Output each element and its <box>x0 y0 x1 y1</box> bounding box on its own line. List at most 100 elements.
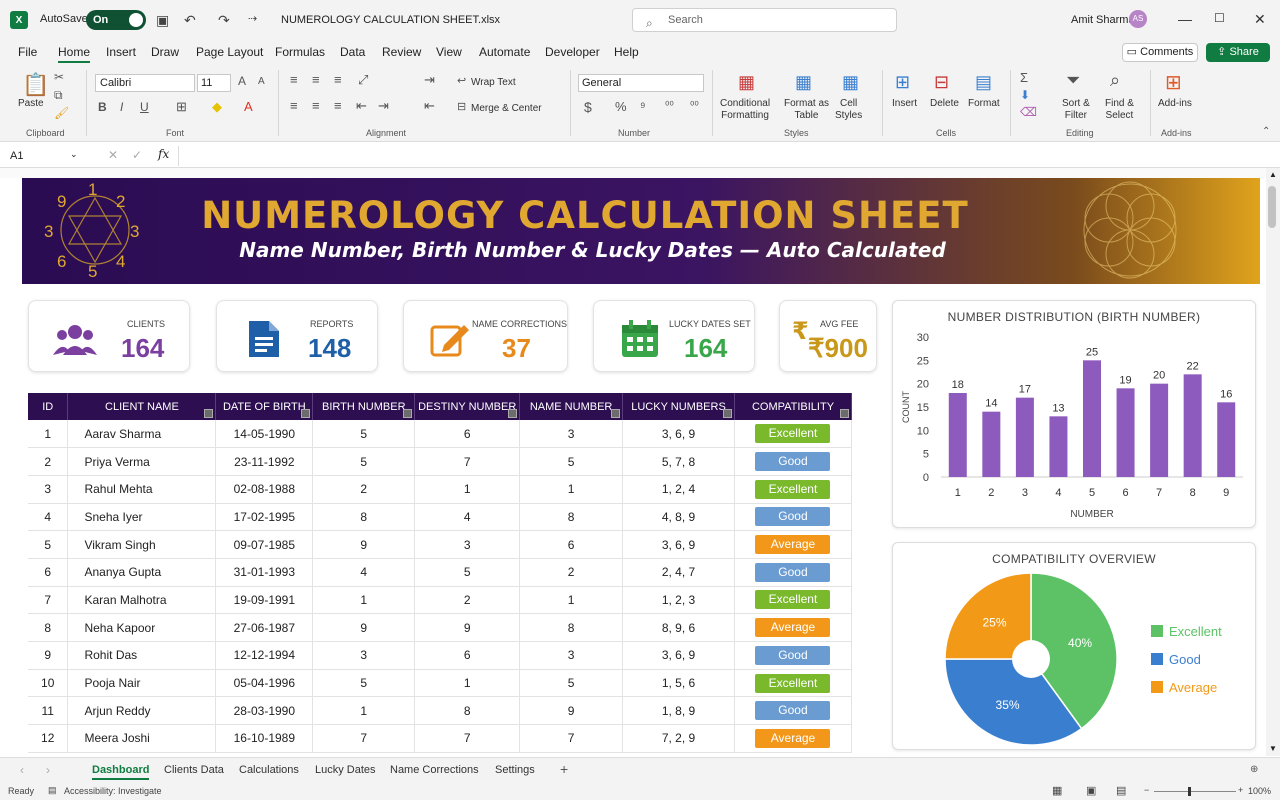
table-cell[interactable]: 23-11-1992 <box>215 447 314 476</box>
table-cell[interactable]: 14-05-1990 <box>215 420 314 449</box>
menu-data[interactable]: Data <box>340 45 365 59</box>
file-name[interactable]: NUMEROLOGY CALCULATION SHEET.xlsx <box>281 14 500 26</box>
table-cell[interactable]: 8 <box>519 503 624 532</box>
format-cells-button[interactable]: Format <box>968 98 1000 110</box>
table-cell[interactable]: Good <box>734 641 853 670</box>
comma-style-icon[interactable]: ⁹ <box>640 99 646 114</box>
menu-page-layout[interactable]: Page Layout <box>196 45 263 59</box>
table-cell[interactable]: 1, 8, 9 <box>622 696 735 726</box>
zoom-in-icon[interactable]: + <box>1238 785 1243 795</box>
horizontal-scroll-icon[interactable]: ⊕ <box>1250 764 1258 775</box>
menu-formulas[interactable]: Formulas <box>275 45 325 59</box>
table-cell[interactable]: 1 <box>312 586 416 615</box>
table-cell[interactable]: 02-08-1988 <box>215 475 314 504</box>
table-cell[interactable]: 6 <box>414 641 521 670</box>
customize-icon[interactable]: ⇢ <box>248 12 257 25</box>
addins-button[interactable]: Add-ins <box>1158 98 1192 110</box>
table-cell[interactable]: 12-12-1994 <box>215 641 314 670</box>
table-cell[interactable]: Arjun Reddy <box>67 696 217 726</box>
column-header[interactable]: LUCKY NUMBERS <box>622 393 735 420</box>
table-cell[interactable]: 1 <box>519 475 624 504</box>
filter-dropdown-icon[interactable] <box>301 409 311 418</box>
fill-color-icon[interactable]: ◆ <box>212 99 222 115</box>
table-row[interactable]: 10 Pooja Nair 05-04-1996 5 1 5 1, 5, 6 Excellen… <box>28 669 853 698</box>
table-cell[interactable]: 09-07-1985 <box>215 530 314 559</box>
table-row[interactable]: 6 Ananya Gupta 31-01-1993 4 5 2 2, 4, 7 Good <box>28 558 853 587</box>
comments-button[interactable]: ▭ Comments <box>1122 43 1198 62</box>
sort-filter-button[interactable]: Sort & Filter <box>1062 98 1090 122</box>
redo-icon[interactable]: ↷ <box>218 12 230 29</box>
table-cell[interactable]: Neha Kapoor <box>67 613 217 642</box>
bold-icon[interactable]: B <box>98 100 107 114</box>
percent-icon[interactable]: % <box>615 99 627 114</box>
table-cell[interactable]: 5 <box>414 558 521 587</box>
page-layout-view-icon[interactable]: ▣ <box>1086 784 1096 797</box>
table-cell[interactable]: 1, 5, 6 <box>622 669 735 698</box>
borders-icon[interactable]: ⊞ <box>176 99 187 115</box>
menu-home[interactable]: Home <box>58 45 91 63</box>
table-cell[interactable]: 3 <box>519 420 624 449</box>
autosum-icon[interactable]: Σ <box>1020 70 1028 85</box>
table-cell[interactable]: 8 <box>312 503 416 532</box>
function-icon[interactable]: fx <box>158 147 169 161</box>
table-cell[interactable]: Average <box>734 530 853 559</box>
align-left-icon[interactable]: ≡ <box>290 98 298 113</box>
column-header[interactable]: COMPATIBILITY <box>734 393 853 420</box>
table-cell[interactable]: 1 <box>519 586 624 615</box>
clear-icon[interactable]: ⌫ <box>1020 105 1037 119</box>
cancel-icon[interactable]: ✕ <box>108 148 118 162</box>
table-cell[interactable]: 16-10-1989 <box>215 724 314 753</box>
table-cell[interactable]: 3, 6, 9 <box>622 530 735 559</box>
format-as-table-button[interactable]: Format as Table <box>784 98 829 122</box>
italic-icon[interactable]: I <box>120 100 123 114</box>
table-row[interactable]: 9 Rohit Das 12-12-1994 3 6 3 3, 6, 9 Good <box>28 641 853 670</box>
decrease-decimal-icon[interactable]: ⁰⁰ <box>690 99 699 112</box>
table-cell[interactable]: 12 <box>28 724 69 753</box>
table-cell[interactable]: Priya Verma <box>67 447 217 476</box>
table-cell[interactable]: Ananya Gupta <box>67 558 217 587</box>
format-painter-icon[interactable]: 🖌 <box>54 106 69 120</box>
search-input[interactable]: ⌕ Search <box>632 8 897 32</box>
column-header[interactable]: CLIENT NAME <box>67 393 217 420</box>
formula-input[interactable] <box>178 146 1258 166</box>
table-cell[interactable]: 7, 2, 9 <box>622 724 735 753</box>
scroll-down-icon[interactable]: ▼ <box>1269 744 1277 753</box>
increase-font-icon[interactable]: A <box>238 74 246 88</box>
font-name-select[interactable]: Calibri <box>95 74 195 92</box>
table-cell[interactable]: 4 <box>28 503 69 532</box>
autosave-toggle[interactable]: On <box>86 10 146 30</box>
merge-center-button[interactable]: Merge & Center <box>471 103 542 115</box>
table-cell[interactable]: 2 <box>312 475 416 504</box>
table-cell[interactable]: 6 <box>28 558 69 587</box>
table-cell[interactable]: Good <box>734 558 853 587</box>
vertical-scrollbar[interactable]: ▲ ▼ <box>1266 168 1280 756</box>
column-header[interactable]: ID <box>28 393 69 420</box>
table-cell[interactable]: 5 <box>312 669 416 698</box>
table-row[interactable]: 4 Sneha Iyer 17-02-1995 8 4 8 4, 8, 9 Good <box>28 503 853 532</box>
chevron-down-icon[interactable]: ⌄ <box>70 149 78 160</box>
table-cell[interactable]: 7 <box>414 724 521 753</box>
wrap-text-button[interactable]: Wrap Text <box>471 77 516 89</box>
menu-review[interactable]: Review <box>382 45 421 59</box>
table-cell[interactable]: 7 <box>312 724 416 753</box>
normal-view-icon[interactable]: ▦ <box>1052 784 1062 797</box>
table-row[interactable]: 7 Karan Malhotra 19-09-1991 1 2 1 1, 2, 3 Excel… <box>28 586 853 615</box>
table-cell[interactable]: 8 <box>519 613 624 642</box>
maximize-icon[interactable]: ☐ <box>1214 11 1225 25</box>
menu-help[interactable]: Help <box>614 45 639 59</box>
zoom-slider-thumb[interactable] <box>1188 787 1191 796</box>
scroll-thumb[interactable] <box>1268 186 1276 228</box>
tab-clients-data[interactable]: Clients Data <box>164 764 224 776</box>
avatar[interactable]: AS <box>1129 10 1147 28</box>
align-bottom-icon[interactable]: ≡ <box>334 72 342 87</box>
save-icon[interactable]: ▣ <box>156 12 169 29</box>
table-cell[interactable]: 4 <box>312 558 416 587</box>
table-cell[interactable]: 7 <box>414 447 521 476</box>
table-cell[interactable]: Aarav Sharma <box>67 420 217 449</box>
menu-insert[interactable]: Insert <box>106 45 136 59</box>
menu-automate[interactable]: Automate <box>479 45 530 59</box>
tab-dashboard[interactable]: Dashboard <box>92 764 150 780</box>
table-cell[interactable]: 3 <box>414 530 521 559</box>
table-cell[interactable]: 9 <box>519 696 624 726</box>
tab-calculations[interactable]: Calculations <box>239 764 299 776</box>
